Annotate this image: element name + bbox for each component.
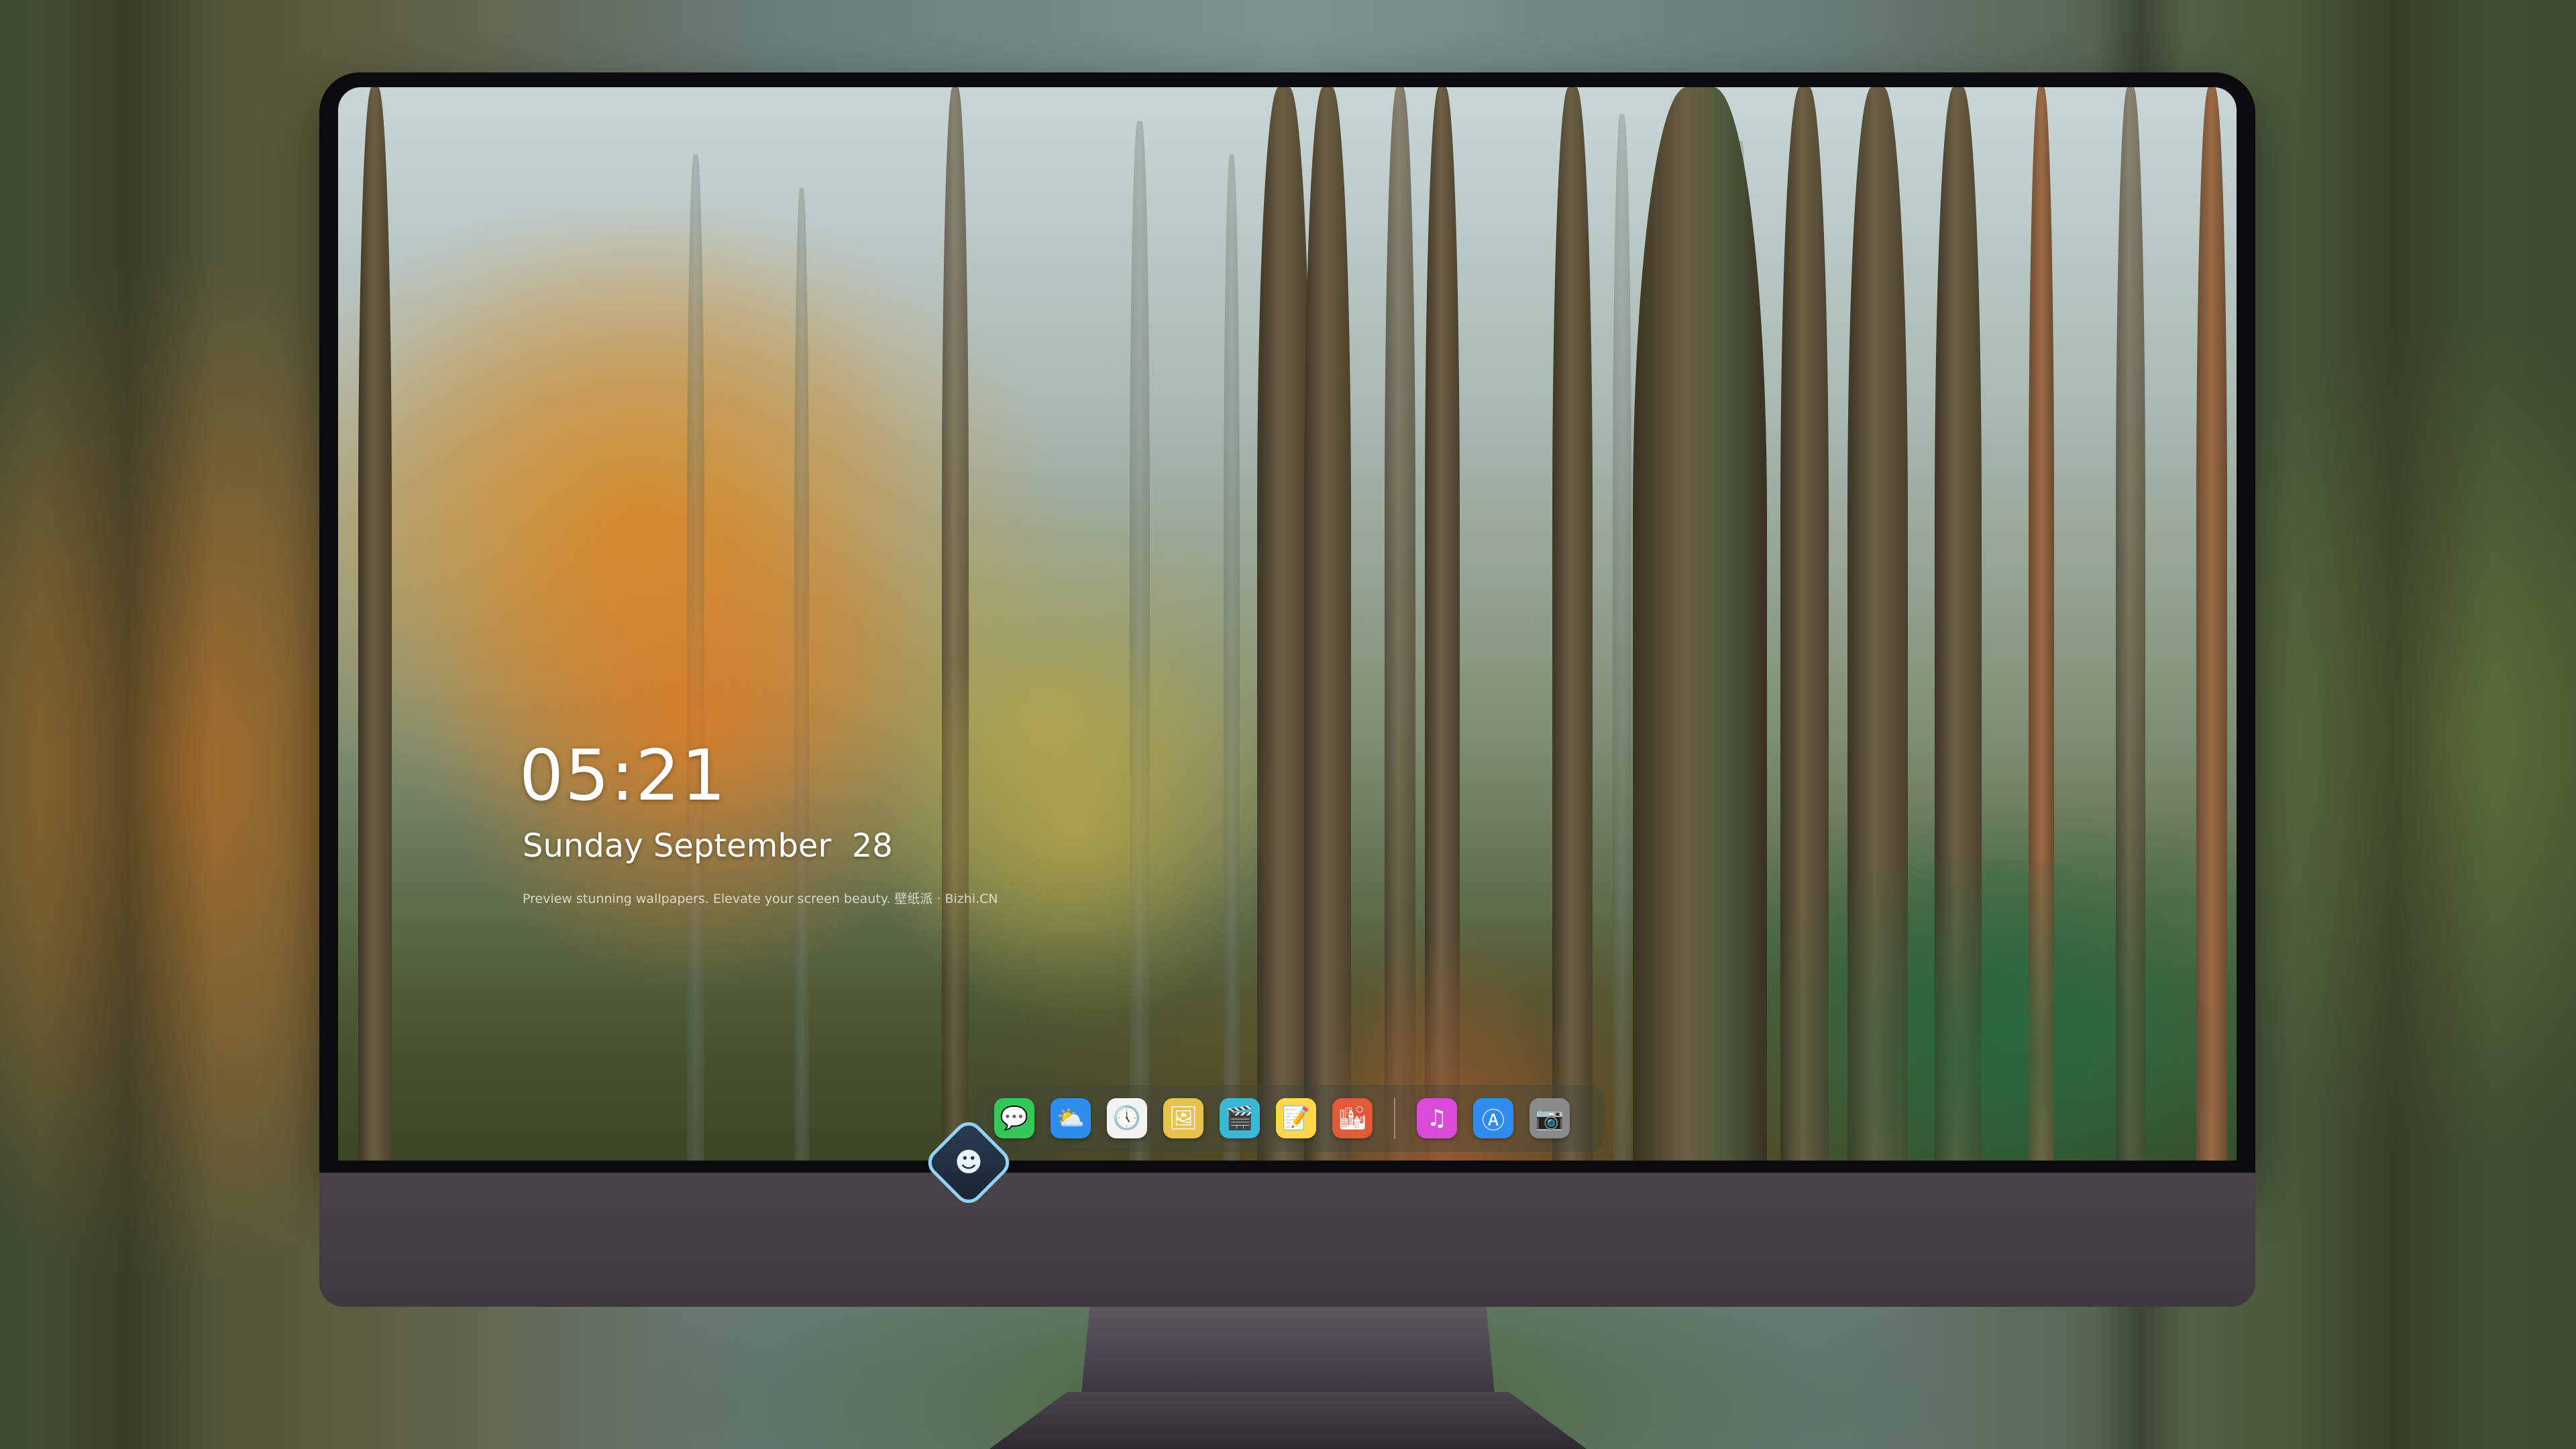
weather-icon[interactable]: ⛅ (1051, 1098, 1091, 1138)
lockscreen-time: 05:21 (519, 735, 727, 816)
monitor-chin (319, 1173, 2255, 1307)
monitor-bezel: 05:21 Sunday September 28 Preview stunni… (319, 72, 2255, 1173)
wallpaper-tree (358, 87, 392, 1161)
preview-icon[interactable]: 🖼 (1163, 1098, 1203, 1138)
lockscreen-date: Sunday September 28 (523, 827, 893, 865)
itunes-icon[interactable]: ♫ (1417, 1098, 1457, 1138)
wallpaper-tree (1257, 87, 1311, 1161)
monitor-stand-neck (1081, 1307, 1495, 1394)
notes-icon[interactable]: 📝 (1276, 1098, 1316, 1138)
lockscreen-tagline: Preview stunning wallpapers. Elevate you… (523, 892, 998, 906)
dock: 💬 ⛅ 🕔 🖼 🎬 📝 🏙 ♫ Ⓐ 📷 (974, 1085, 1605, 1152)
messages-icon[interactable]: 💬 (994, 1098, 1034, 1138)
video-icon[interactable]: 🎬 (1220, 1098, 1260, 1138)
wallpaper-tree (1613, 114, 1631, 1161)
photos-icon[interactable]: 🏙 (1332, 1098, 1373, 1138)
yellow-foliage (841, 624, 1311, 1026)
lock-screen[interactable]: 05:21 Sunday September 28 Preview stunni… (338, 87, 2237, 1161)
clock-icon[interactable]: 🕔 (1107, 1098, 1147, 1138)
dock-separator (1394, 1097, 1395, 1139)
app-store-icon[interactable]: Ⓐ (1473, 1098, 1513, 1138)
wallpaper-tree (1224, 154, 1240, 1161)
monitor-stand-base (989, 1392, 1587, 1449)
brand-logo-icon: ☻ (955, 1147, 983, 1178)
imac-monitor: 05:21 Sunday September 28 Preview stunni… (319, 72, 2255, 1308)
desktop-scene: 05:21 Sunday September 28 Preview stunni… (0, 0, 2576, 1449)
background-trunk (40, 0, 215, 1449)
background-trunk (2294, 0, 2496, 1449)
camera-icon[interactable]: 📷 (1529, 1098, 1570, 1138)
